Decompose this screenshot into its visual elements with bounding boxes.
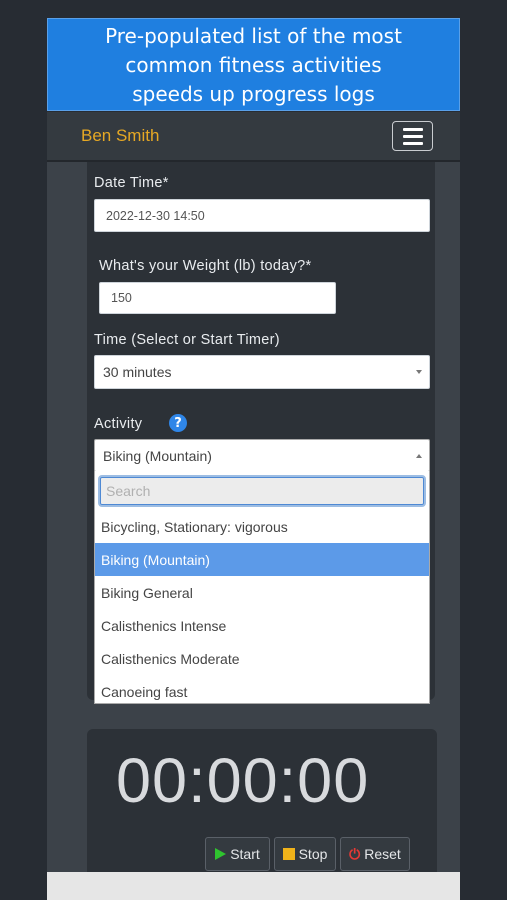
activity-option[interactable]: Canoeing fast xyxy=(95,675,429,703)
chevron-down-icon xyxy=(416,370,422,374)
power-icon: ⏻ xyxy=(349,845,361,862)
play-icon xyxy=(215,848,227,860)
date-time-label: Date Time* xyxy=(94,175,169,191)
activity-search-input[interactable] xyxy=(100,477,424,505)
promo-banner: Pre-populated list of the most common fi… xyxy=(47,18,460,111)
weight-input[interactable]: 150 xyxy=(99,282,336,314)
stop-label: Stop xyxy=(298,846,328,862)
time-label: Time (Select or Start Timer) xyxy=(94,332,280,348)
reset-label: Reset xyxy=(364,846,401,862)
activity-dropdown: Bicycling, Stationary: vigorous Biking (… xyxy=(94,471,430,704)
start-button[interactable]: Start xyxy=(205,837,270,871)
activity-option[interactable]: Calisthenics Intense xyxy=(95,609,429,642)
activity-selected-value: Biking (Mountain) xyxy=(103,447,212,464)
time-selected-value: 30 minutes xyxy=(103,364,172,380)
date-time-input[interactable]: 2022-12-30 14:50 xyxy=(94,199,430,232)
help-icon[interactable]: ? xyxy=(169,414,187,432)
activity-label: Activity xyxy=(94,416,143,432)
timer-display: 00:00:00 xyxy=(116,746,370,816)
start-label: Start xyxy=(230,846,260,862)
stop-icon xyxy=(282,848,295,860)
activity-search[interactable] xyxy=(98,475,426,507)
banner-line-2: common fitness activities xyxy=(125,53,382,77)
stop-button[interactable]: Stop xyxy=(274,837,336,871)
banner-line-3: speeds up progress logs xyxy=(132,82,375,106)
reset-button[interactable]: ⏻ Reset xyxy=(340,837,410,871)
activity-option-selected[interactable]: Biking (Mountain) xyxy=(95,543,429,576)
activity-select[interactable]: Biking (Mountain) xyxy=(94,439,430,472)
time-select[interactable]: 30 minutes xyxy=(94,355,430,389)
weight-label: What's your Weight (lb) today?* xyxy=(99,258,312,274)
hamburger-menu-icon[interactable] xyxy=(392,121,433,151)
banner-line-1: Pre-populated list of the most xyxy=(105,24,402,48)
user-name[interactable]: Ben Smith xyxy=(81,126,159,146)
chevron-up-icon xyxy=(416,453,422,458)
activity-option[interactable]: Bicycling, Stationary: vigorous xyxy=(95,510,429,543)
weight-value: 150 xyxy=(111,291,132,305)
bottom-bar xyxy=(47,872,460,900)
navbar: Ben Smith xyxy=(47,112,460,162)
date-time-value: 2022-12-30 14:50 xyxy=(106,208,205,223)
activity-option[interactable]: Calisthenics Moderate xyxy=(95,642,429,675)
activity-option[interactable]: Biking General xyxy=(95,576,429,609)
